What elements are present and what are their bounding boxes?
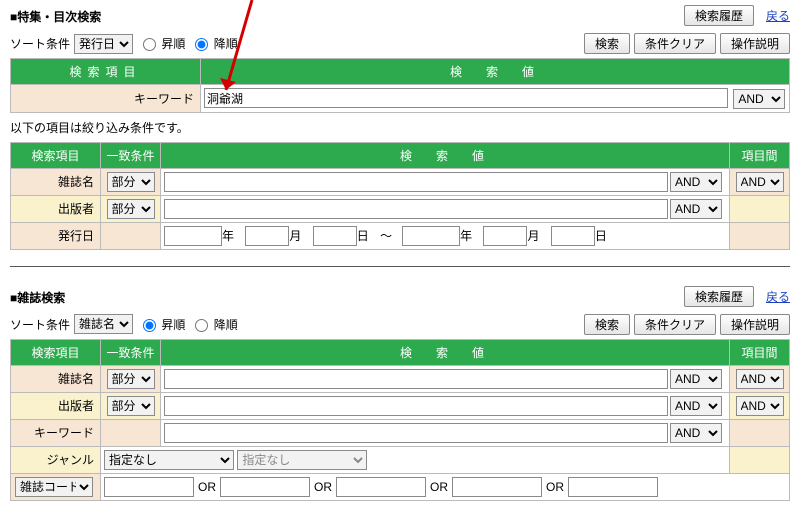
help-button-1[interactable]: 操作説明 — [720, 33, 790, 54]
sort-label-2: ソート条件 — [10, 316, 70, 333]
section2-title: ■雑誌検索 — [10, 289, 65, 306]
mag-between-1[interactable]: AND — [736, 172, 784, 192]
search-button-2[interactable]: 検索 — [584, 314, 630, 335]
code-select[interactable]: 雑誌コード — [15, 477, 93, 497]
mag-label-1: 雑誌名 — [11, 168, 101, 195]
help-button-2[interactable]: 操作説明 — [720, 314, 790, 335]
pub-op-1[interactable]: AND — [670, 199, 722, 219]
date-label-1: 発行日 — [11, 222, 101, 249]
pub-match-1[interactable]: 部分 — [107, 199, 155, 219]
or-1: OR — [198, 480, 216, 494]
refine-table-1: 検索項目 一致条件 検 索 値 項目間 雑誌名 部分 AND AND 出版者 部… — [10, 142, 790, 250]
mag-op-2[interactable]: AND — [670, 369, 722, 389]
history-button-1[interactable]: 検索履歴 — [684, 5, 754, 26]
mag-op-1[interactable]: AND — [670, 172, 722, 192]
or-3: OR — [430, 480, 448, 494]
hdr-item-1: 検索項目 — [11, 59, 201, 85]
sort-label-1: ソート条件 — [10, 35, 70, 52]
kw-op-2[interactable]: AND — [670, 423, 722, 443]
mag-match-1[interactable]: 部分 — [107, 172, 155, 192]
code-input-4[interactable] — [452, 477, 542, 497]
pub-label-1: 出版者 — [11, 195, 101, 222]
pub-input-1[interactable] — [164, 199, 668, 219]
hdr-between-2: 項目間 — [730, 339, 790, 365]
date-d2[interactable] — [551, 226, 595, 246]
hdr-match-2: 一致条件 — [101, 339, 161, 365]
sort-field-select-1[interactable]: 発行日 — [74, 34, 133, 54]
code-input-5[interactable] — [568, 477, 658, 497]
refine-table-2: 検索項目 一致条件 検 索 値 項目間 雑誌名 部分 AND AND 出版者 部… — [10, 339, 790, 501]
hdr-item-2: 検索項目 — [11, 339, 101, 365]
pub-between-1 — [730, 195, 790, 222]
pub-between-2[interactable]: AND — [736, 396, 784, 416]
genre-label: ジャンル — [11, 446, 101, 473]
date-y1[interactable] — [164, 226, 222, 246]
sort-field-select-2[interactable]: 雑誌名 — [74, 314, 133, 334]
section1-title: ■特集・目次検索 — [10, 8, 101, 25]
keyword-table: 検索項目 検 索 値 キーワード AND — [10, 58, 790, 113]
mag-label-2: 雑誌名 — [11, 365, 101, 392]
kw-label-2: キーワード — [11, 419, 101, 446]
back-link-2[interactable]: 戻る — [766, 288, 790, 305]
code-input-3[interactable] — [336, 477, 426, 497]
divider — [10, 266, 790, 267]
hdr-value-2: 検 索 値 — [161, 339, 730, 365]
kw-input-2[interactable] — [164, 423, 668, 443]
clear-button-1[interactable]: 条件クリア — [634, 33, 716, 54]
hdr-value-1b: 検 索 値 — [161, 142, 730, 168]
pub-match-2[interactable]: 部分 — [107, 396, 155, 416]
history-button-2[interactable]: 検索履歴 — [684, 286, 754, 307]
mag-match-2[interactable]: 部分 — [107, 369, 155, 389]
keyword-input[interactable] — [204, 88, 728, 108]
back-link-1[interactable]: 戻る — [766, 7, 790, 24]
sort-asc-1[interactable]: 昇順 — [137, 35, 185, 52]
pub-input-2[interactable] — [164, 396, 668, 416]
keyword-op[interactable]: AND — [733, 89, 785, 109]
refine-note: 以下の項目は絞り込み条件です。 — [10, 119, 790, 136]
hdr-value-1: 検 索 値 — [201, 59, 790, 85]
date-d1[interactable] — [313, 226, 357, 246]
date-m2[interactable] — [483, 226, 527, 246]
hdr-between-1: 項目間 — [730, 142, 790, 168]
or-2: OR — [314, 480, 332, 494]
code-input-1[interactable] — [104, 477, 194, 497]
pub-op-2[interactable]: AND — [670, 396, 722, 416]
hdr-match-1: 一致条件 — [101, 142, 161, 168]
mag-input-1[interactable] — [164, 172, 668, 192]
mag-between-2[interactable]: AND — [736, 369, 784, 389]
pub-label-2: 出版者 — [11, 392, 101, 419]
sort-asc-2[interactable]: 昇順 — [137, 316, 185, 333]
or-4: OR — [546, 480, 564, 494]
clear-button-2[interactable]: 条件クリア — [634, 314, 716, 335]
search-button-1[interactable]: 検索 — [584, 33, 630, 54]
date-m1[interactable] — [245, 226, 289, 246]
sort-desc-1[interactable]: 降順 — [189, 35, 237, 52]
date-y2[interactable] — [402, 226, 460, 246]
genre-select-2[interactable]: 指定なし — [237, 450, 367, 470]
code-input-2[interactable] — [220, 477, 310, 497]
keyword-label: キーワード — [11, 85, 201, 113]
hdr-item-1b: 検索項目 — [11, 142, 101, 168]
mag-input-2[interactable] — [164, 369, 668, 389]
sort-desc-2[interactable]: 降順 — [189, 316, 237, 333]
genre-select-1[interactable]: 指定なし — [104, 450, 234, 470]
